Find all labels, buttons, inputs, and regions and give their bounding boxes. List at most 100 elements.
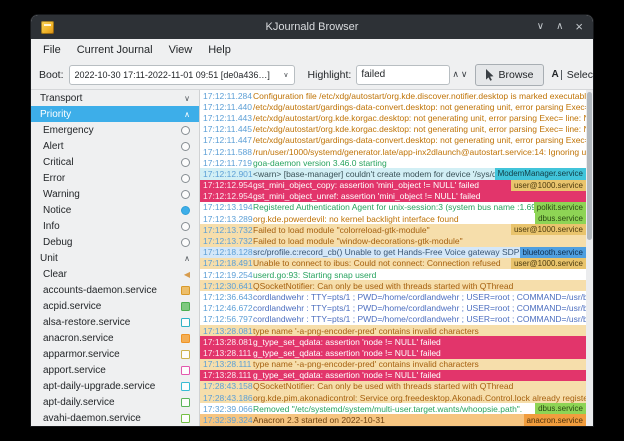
unit-checkbox[interactable] <box>181 302 190 311</box>
minimize-icon[interactable]: ∨ <box>537 22 544 32</box>
radio-button[interactable] <box>181 222 190 231</box>
log-timestamp: 17:12:18.128 <box>203 247 253 257</box>
unit-option[interactable]: apport.service <box>31 362 199 378</box>
menu-item[interactable]: View <box>161 42 201 58</box>
unit-checkbox[interactable] <box>181 286 190 295</box>
priority-option[interactable]: Debug <box>31 234 199 250</box>
unit-checkbox[interactable] <box>181 318 190 327</box>
unit-option[interactable]: anacron.service <box>31 330 199 346</box>
radio-button[interactable] <box>181 126 190 135</box>
priority-option[interactable]: Warning <box>31 186 199 202</box>
unit-option[interactable]: apparmor.service <box>31 346 199 362</box>
log-timestamp: 17:12:12.901 <box>203 169 253 179</box>
unit-option[interactable]: accounts-daemon.service <box>31 282 199 298</box>
log-entry[interactable]: 17:28:43.158 QSocketNotifier: Can only b… <box>200 381 586 392</box>
log-entry[interactable]: 17:32:39.324 Anacron 2.3 started on 2022… <box>200 414 586 425</box>
unit-checkbox[interactable] <box>181 398 190 407</box>
log-entry[interactable]: 17:13:28.081 type name '-a-png-encoder-p… <box>200 325 586 336</box>
log-scrollbar[interactable] <box>586 90 593 426</box>
menu-item[interactable]: Help <box>200 42 239 58</box>
log-timestamp: 17:13:28.111 <box>203 370 253 380</box>
titlebar[interactable]: KJournald Browser ∨ ∧ × <box>31 15 593 39</box>
highlight-input[interactable] <box>356 65 450 85</box>
log-entry[interactable]: 17:12:19.254 userd.go:93: Starting snap … <box>200 269 586 280</box>
priority-option-label: Warning <box>43 189 80 200</box>
close-icon[interactable]: × <box>575 22 583 32</box>
log-entry[interactable]: 17:12:56.797 cordlandwehr : TTY=pts/1 ; … <box>200 314 586 325</box>
log-entry[interactable]: 17:12:11.719 goa-daemon version 3.46.0 s… <box>200 157 586 168</box>
menubar: File Current Journal View Help <box>31 39 593 60</box>
priority-option[interactable]: Error <box>31 170 199 186</box>
log-entry[interactable]: 17:13:28.111 type name '-a-png-encoder-p… <box>200 359 586 370</box>
priority-option[interactable]: Critical <box>31 154 199 170</box>
log-list: 17:12:11.284 Configuration file /etc/xdg… <box>200 90 586 426</box>
log-entry[interactable]: 17:12:11.588 /run/user/1000/systemd/gene… <box>200 146 586 157</box>
log-entry[interactable]: 17:12:12.901 <warn> [base-manager] could… <box>200 168 586 179</box>
priority-option-label: Critical <box>43 157 74 168</box>
log-message: cordlandwehr : TTY=pts/1 ; PWD=/home/cor… <box>253 303 586 313</box>
log-entry[interactable]: 17:12:11.440 /etc/xdg/autostart/gardings… <box>200 101 586 112</box>
browse-button[interactable]: Browse <box>475 64 544 86</box>
log-entry[interactable]: 17:12:18.128 src/profile.c:record_cb() U… <box>200 247 586 258</box>
log-entry[interactable]: 17:13:28.111 g_type_set_qdata: assertion… <box>200 347 586 358</box>
log-entry[interactable]: 17:12:12.954 gst_mini_object_unref: asse… <box>200 191 586 202</box>
priority-option[interactable]: Alert <box>31 138 199 154</box>
radio-button[interactable] <box>181 190 190 199</box>
unit-checkbox[interactable] <box>181 350 190 359</box>
log-entry[interactable]: 17:28:43.186 org.kde.pim.akonadicontrol:… <box>200 392 586 403</box>
section-transport[interactable]: Transport ∨ <box>31 90 199 106</box>
log-entry[interactable]: 17:12:30.641 QSocketNotifier: Can only b… <box>200 280 586 291</box>
unit-option[interactable]: acpid.service <box>31 298 199 314</box>
menu-item[interactable]: File <box>35 42 69 58</box>
unit-option[interactable]: apt-daily-upgrade.service <box>31 378 199 394</box>
select-button[interactable]: A Select <box>544 64 593 86</box>
radio-button[interactable] <box>181 158 190 167</box>
log-entry[interactable]: 17:12:11.284 Configuration file /etc/xdg… <box>200 90 586 101</box>
priority-option[interactable]: Notice <box>31 202 199 218</box>
clear-button-label: Clear <box>43 269 67 280</box>
unit-checkbox[interactable] <box>181 334 190 343</box>
log-entry[interactable]: 17:12:13.732 Failed to load module "colo… <box>200 224 586 235</box>
section-unit[interactable]: Unit ∧ <box>31 250 199 266</box>
radio-button[interactable] <box>181 238 190 247</box>
unit-checkbox[interactable] <box>181 414 190 423</box>
log-entry[interactable]: 17:12:46.672 cordlandwehr : TTY=pts/1 ; … <box>200 303 586 314</box>
log-entry[interactable]: 17:12:13.194 Registered Authentication A… <box>200 202 586 213</box>
log-entry[interactable]: 17:12:11.447 /etc/xdg/autostart/gardings… <box>200 135 586 146</box>
unit-checkbox[interactable] <box>181 382 190 391</box>
log-entry[interactable]: 17:12:12.954 gst_mini_object_copy: asser… <box>200 180 586 191</box>
radio-button[interactable] <box>181 142 190 151</box>
log-entry[interactable]: 17:12:13.732 Failed to load module "wind… <box>200 235 586 246</box>
clear-button[interactable]: Clear ◀ <box>31 266 199 282</box>
unit-option[interactable]: apt-daily.service <box>31 394 199 410</box>
log-entry[interactable]: 17:12:11.445 /etc/xdg/autostart/org.kde.… <box>200 124 586 135</box>
unit-chip: user@1000.service <box>511 180 586 191</box>
radio-button[interactable] <box>181 174 190 183</box>
log-timestamp: 17:32:39.324 <box>203 415 253 425</box>
previous-match-button[interactable]: ∧ <box>452 65 459 84</box>
radio-button[interactable] <box>181 206 190 215</box>
log-entry[interactable]: 17:13:28.111 g_type_set_qdata: assertion… <box>200 370 586 381</box>
maximize-icon[interactable]: ∧ <box>556 22 563 32</box>
unit-option[interactable]: alsa-restore.service <box>31 314 199 330</box>
log-entry[interactable]: 17:12:13.289 org.kde.powerdevil: no kern… <box>200 213 586 224</box>
text-select-icon: A <box>552 70 562 80</box>
next-match-button[interactable]: ∨ <box>461 65 468 84</box>
log-entry[interactable]: 17:12:18.491 Unable to connect to ibus: … <box>200 258 586 269</box>
log-entry[interactable]: 17:32:39.066 Removed "/etc/systemd/syste… <box>200 403 586 414</box>
section-priority[interactable]: Priority ∧ <box>31 106 199 122</box>
unit-checkbox[interactable] <box>181 366 190 375</box>
log-scrollbar-handle[interactable] <box>587 92 592 240</box>
unit-chip: polkit.service <box>534 202 586 213</box>
unit-option[interactable]: avahi-daemon.service <box>31 410 199 426</box>
log-message: Failed to load module "window-decoration… <box>253 236 586 246</box>
priority-option[interactable]: Info <box>31 218 199 234</box>
log-entry[interactable]: 17:12:36.643 cordlandwehr : TTY=pts/1 ; … <box>200 291 586 302</box>
log-entry[interactable]: 17:13:28.081 g_type_set_qdata: assertion… <box>200 336 586 347</box>
log-entry[interactable]: 17:12:11.443 /etc/xdg/autostart/org.kde.… <box>200 112 586 123</box>
priority-option[interactable]: Emergency <box>31 122 199 138</box>
boot-combobox[interactable]: 2022-10-30 17:11-2022-11-01 09:51 [de0a4… <box>69 65 295 85</box>
menu-item[interactable]: Current Journal <box>69 42 161 58</box>
log-timestamp: 17:13:28.111 <box>203 348 253 358</box>
boot-combobox-value: 2022-10-30 17:11-2022-11-01 09:51 [de0a4… <box>75 70 270 80</box>
